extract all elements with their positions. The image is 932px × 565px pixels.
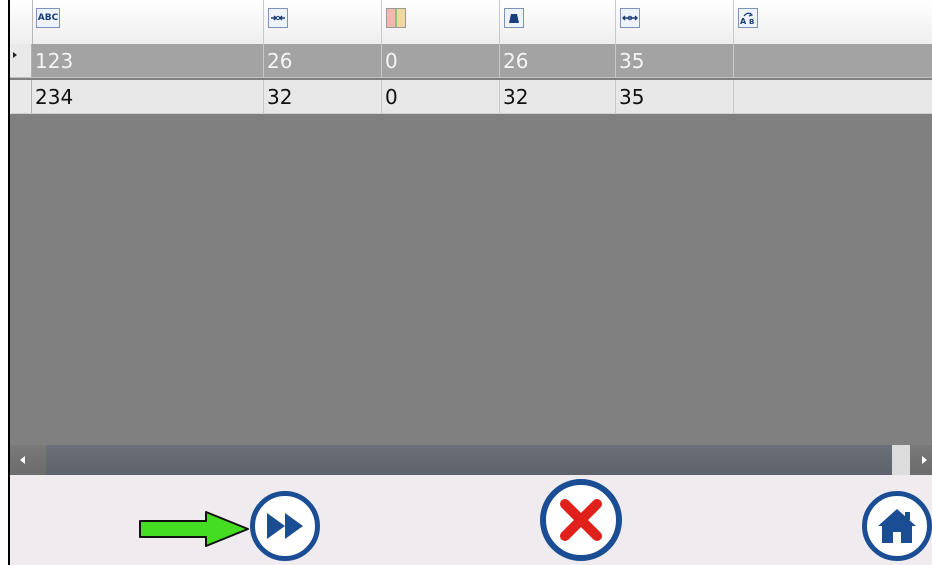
diameter-icon xyxy=(268,8,288,28)
row-selector[interactable] xyxy=(10,80,32,113)
home-button[interactable] xyxy=(862,491,932,561)
weight-icon xyxy=(504,8,524,28)
scrollbar-thumb[interactable] xyxy=(892,445,910,475)
cell-color[interactable]: 0 xyxy=(382,80,500,113)
cell-diameter[interactable]: 26 xyxy=(264,44,382,77)
hint-arrow-icon xyxy=(138,511,250,551)
table-row[interactable]: 234 32 0 32 35 xyxy=(10,80,932,114)
cancel-x-icon xyxy=(560,499,602,541)
color-strip-icon xyxy=(386,8,406,28)
column-header-weight[interactable] xyxy=(500,0,616,44)
svg-text:B: B xyxy=(749,18,754,25)
scroll-left-icon[interactable] xyxy=(20,456,25,464)
home-icon xyxy=(878,509,916,543)
bottom-toolbar xyxy=(10,475,932,565)
table-row[interactable]: 123 26 0 26 35 xyxy=(10,44,932,78)
cell-diameter[interactable]: 32 xyxy=(264,80,382,113)
fast-forward-icon xyxy=(267,513,303,539)
scroll-right-icon[interactable] xyxy=(922,456,927,464)
header-row-selector xyxy=(10,0,33,44)
grid-header: ABC AB xyxy=(10,0,932,45)
cell-transfer[interactable] xyxy=(734,80,932,113)
scrollbar-track[interactable] xyxy=(46,445,892,475)
cell-weight[interactable]: 32 xyxy=(500,80,616,113)
cell-code[interactable]: 123 xyxy=(32,44,264,77)
cell-width[interactable]: 35 xyxy=(616,44,734,77)
cell-code[interactable]: 234 xyxy=(32,80,264,113)
cell-color[interactable]: 0 xyxy=(382,44,500,77)
a-to-b-icon: AB xyxy=(738,8,758,28)
cell-transfer[interactable] xyxy=(734,44,932,77)
next-button[interactable] xyxy=(250,491,320,561)
horizontal-scrollbar[interactable] xyxy=(10,445,932,475)
data-grid-window: ABC AB 123 26 0 26 35 234 32 0 32 35 xyxy=(8,0,932,565)
column-header-width[interactable] xyxy=(616,0,734,44)
column-header-code[interactable]: ABC xyxy=(32,0,264,44)
cell-weight[interactable]: 26 xyxy=(500,44,616,77)
cancel-button[interactable] xyxy=(540,479,622,561)
column-header-transfer[interactable]: AB xyxy=(734,0,932,44)
svg-text:A: A xyxy=(740,17,747,25)
row-selector[interactable] xyxy=(10,44,32,77)
column-header-color[interactable] xyxy=(382,0,500,44)
current-row-indicator-icon xyxy=(13,52,17,58)
column-header-diameter[interactable] xyxy=(264,0,382,44)
abc-text-icon: ABC xyxy=(36,8,60,28)
cell-width[interactable]: 35 xyxy=(616,80,734,113)
width-icon xyxy=(620,8,640,28)
